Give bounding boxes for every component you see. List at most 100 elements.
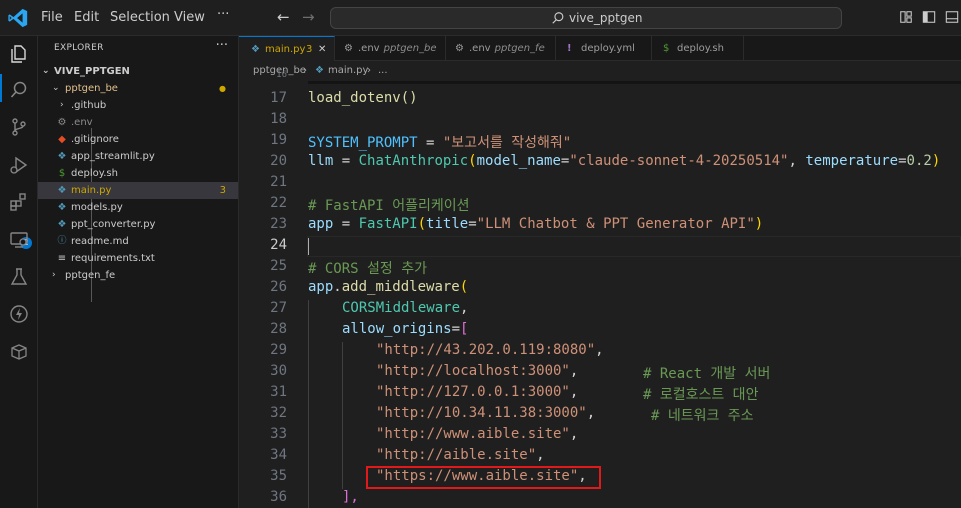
run-debug-icon[interactable] <box>9 155 29 175</box>
tree-folder-pptgen-be[interactable]: ⌄ pptgen_be ● <box>38 80 238 97</box>
tree-file-main-py[interactable]: ❖ main.py 3 <box>38 182 238 199</box>
code-line-34: "http://aible.site", <box>376 447 545 463</box>
code-token: "http://aible.site" <box>376 447 537 463</box>
back-arrow-icon[interactable]: ← <box>277 8 290 26</box>
line-number: 33 <box>270 426 287 442</box>
toggle-sidebar-icon[interactable] <box>922 10 936 24</box>
tab-label: main.py <box>265 44 306 55</box>
tree-file-readme[interactable]: ⓘ readme.md <box>38 233 238 250</box>
tree-file-app-streamlit[interactable]: ❖ app_streamlit.py <box>38 148 238 165</box>
code-line-17: load_dotenv() <box>308 90 418 106</box>
code-comment: # FastAPI 어플리케이션 <box>308 198 470 214</box>
line-number: 27 <box>270 300 287 316</box>
database-icon[interactable] <box>9 342 29 362</box>
code-line-28: allow_origins=[ <box>342 321 469 337</box>
line-number: 16 <box>276 70 287 80</box>
info-icon: ⓘ <box>57 236 67 246</box>
code-line-29: "http://43.202.0.119:8080", <box>376 342 604 358</box>
text-cursor <box>308 238 309 255</box>
modified-dot: ● <box>219 84 226 93</box>
code-token: "LLM Chatbot & PPT Generator API" <box>476 216 755 232</box>
tree-label: ppt_converter.py <box>71 219 156 230</box>
scroll-shadow <box>308 81 961 84</box>
line-number: 31 <box>270 384 287 400</box>
search-icon[interactable] <box>9 80 29 100</box>
tab-deploy-yml[interactable]: ! deploy.yml <box>556 36 652 61</box>
breadcrumb-symbol[interactable]: ... <box>378 61 388 81</box>
python-icon: ❖ <box>57 202 67 213</box>
vscode-logo-icon[interactable] <box>7 7 29 29</box>
toggle-panel-icon[interactable] <box>945 10 959 24</box>
tree-file-env[interactable]: ⚙ .env <box>38 114 238 131</box>
lightning-icon[interactable] <box>9 304 29 324</box>
menu-selection[interactable]: Selection <box>110 10 170 25</box>
remote-explorer-icon[interactable] <box>9 230 29 250</box>
extensions-icon[interactable] <box>9 192 29 212</box>
source-control-icon[interactable] <box>9 117 29 137</box>
chevron-down-icon: ⌄ <box>42 66 50 76</box>
line-number: 23 <box>270 216 287 232</box>
tab-label: deploy.yml <box>581 43 635 54</box>
tree-root-vive-pptgen[interactable]: ⌄ VIVE_PPTGEN <box>38 63 238 80</box>
tree-label: .github <box>71 100 107 111</box>
code-token: ], <box>342 489 359 505</box>
files-icon[interactable] <box>9 44 29 64</box>
tab-main-py[interactable]: ❖ main.py 3 ✕ <box>239 36 335 61</box>
code-line-22: # FastAPI 어플리케이션 <box>308 195 470 215</box>
tree-file-deploy-sh[interactable]: $ deploy.sh <box>38 165 238 182</box>
tab-label: deploy.sh <box>677 43 724 54</box>
code-line-31: "http://127.0.0.1:3000", <box>376 384 579 400</box>
line-number-current: 24 <box>270 237 287 253</box>
code-token: "claude-sonnet-4-20250514" <box>569 153 789 169</box>
shell-icon: $ <box>58 168 66 179</box>
menu-more[interactable]: ··· <box>217 7 229 22</box>
line-number: 29 <box>270 342 287 358</box>
forward-arrow-icon[interactable]: → <box>302 8 315 26</box>
line-number: 18 <box>270 111 287 127</box>
gear-icon: ⚙ <box>57 117 67 128</box>
problems-badge: 3 <box>219 185 226 196</box>
code-line-32: "http://10.34.11.38:3000", <box>376 405 596 421</box>
breadcrumb: pptgen_be › ❖ main.py › ... <box>239 61 961 81</box>
code-line-25: # CORS 설정 추가 <box>308 258 427 278</box>
code-comment: # 로컬호스트 대안 <box>643 387 759 403</box>
highlight-annotation-box <box>366 466 601 489</box>
chevron-right-icon: › <box>303 65 307 76</box>
command-center-text: vive_pptgen <box>569 11 643 25</box>
code-token: "보고서를 작성해줘" <box>442 135 572 151</box>
line-number: 28 <box>270 321 287 337</box>
testing-icon[interactable] <box>9 267 29 287</box>
menu-view[interactable]: View <box>174 10 205 25</box>
customize-layout-icon[interactable] <box>899 10 913 24</box>
tree-label: .gitignore <box>71 134 119 145</box>
code-line-31-comment: # 로컬호스트 대안 <box>643 384 758 404</box>
close-icon[interactable]: ✕ <box>318 37 326 62</box>
python-icon: ❖ <box>57 151 67 162</box>
line-number: 35 <box>270 468 287 484</box>
menu-file[interactable]: File <box>41 10 63 25</box>
code-token: "http://10.34.11.38:3000" <box>376 405 587 421</box>
code-token: "http://www.aible.site" <box>376 426 570 442</box>
tree-folder-github[interactable]: › .github <box>38 97 238 114</box>
tab-deploy-sh[interactable]: $ deploy.sh <box>652 36 744 61</box>
code-token: load_dotenv() <box>308 90 418 106</box>
explorer-more-button[interactable]: ··· <box>216 38 228 53</box>
tree-file-requirements[interactable]: ≡ requirements.txt <box>38 250 238 267</box>
chevron-right-icon: › <box>52 270 56 280</box>
code-editor[interactable]: 16 17 18 19 20 21 22 23 24 25 26 27 28 2… <box>239 70 961 508</box>
breadcrumb-file[interactable]: main.py <box>328 61 368 81</box>
code-line-27: CORSMiddleware, <box>342 300 469 316</box>
tab-env-fe[interactable]: ⚙ .env pptgen_fe <box>446 36 556 61</box>
tree-file-gitignore[interactable]: ◆ .gitignore <box>38 131 238 148</box>
tree-folder-pptgen-fe[interactable]: › pptgen_fe <box>38 267 238 284</box>
code-token: temperature <box>805 153 899 169</box>
tree-label: readme.md <box>71 236 129 247</box>
tab-env-be[interactable]: ⚙ .env pptgen_be <box>335 36 446 61</box>
tree-file-ppt-converter[interactable]: ❖ ppt_converter.py <box>38 216 238 233</box>
command-center-search[interactable]: vive_pptgen <box>330 7 842 29</box>
tab-description: pptgen_be <box>383 43 437 54</box>
editor-tab-bar: ❖ main.py 3 ✕ ⚙ .env pptgen_be ⚙ .env pptg… <box>239 36 961 61</box>
menu-edit[interactable]: Edit <box>74 10 99 25</box>
tree-file-models-py[interactable]: ❖ models.py <box>38 199 238 216</box>
current-line-highlight <box>307 236 961 257</box>
